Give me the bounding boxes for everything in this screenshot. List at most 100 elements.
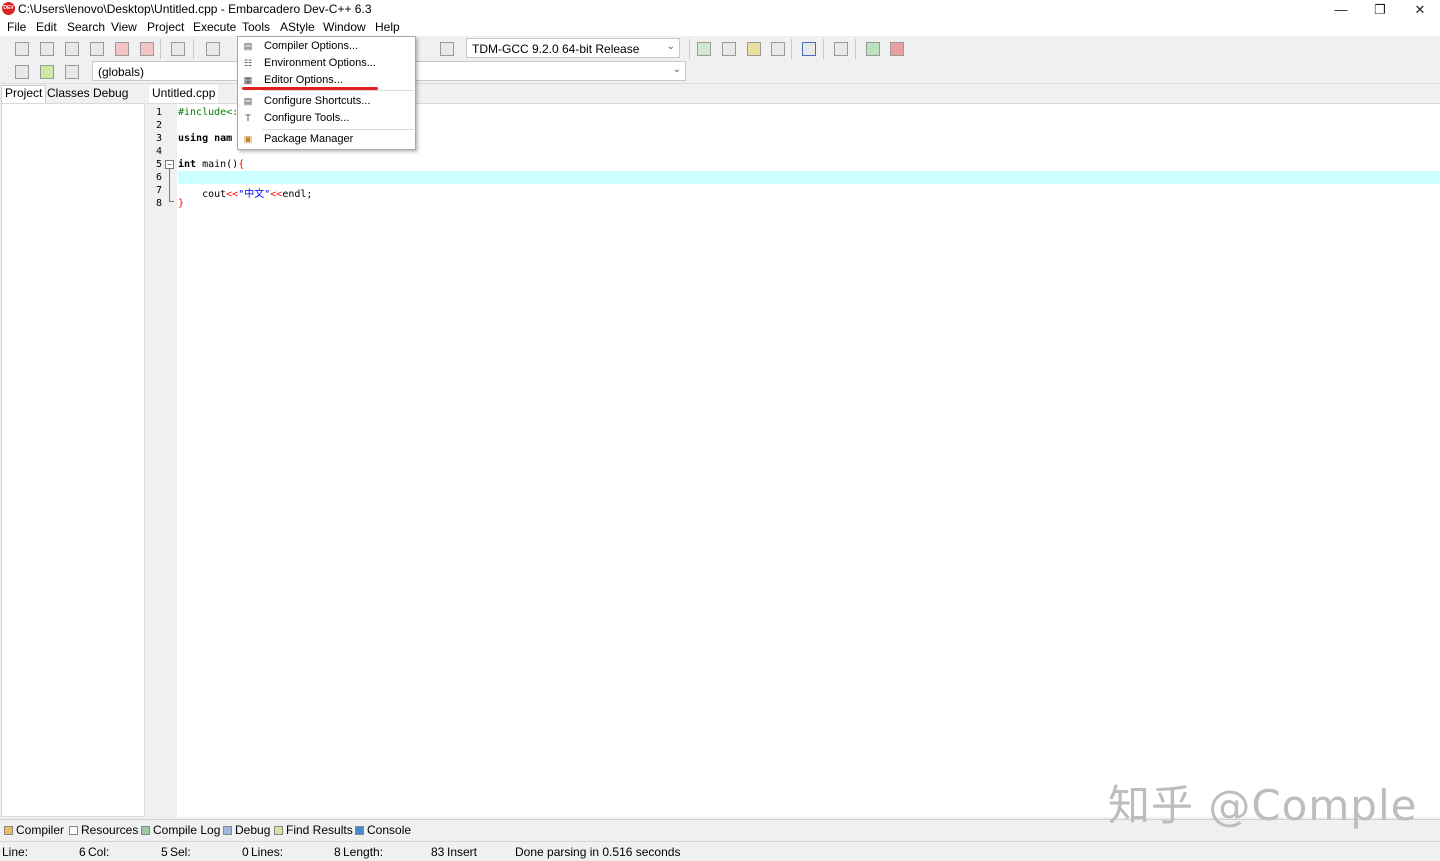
menu-item-label: Editor Options... <box>264 74 343 86</box>
line-number: 2 <box>156 120 163 131</box>
status-message: Done parsing in 0.516 seconds <box>515 845 681 859</box>
chart-icon[interactable] <box>866 42 880 56</box>
app-icon: DEV <box>2 2 15 15</box>
table-icon[interactable] <box>747 42 761 56</box>
tab-console[interactable]: Console <box>355 823 411 837</box>
operator: << <box>270 189 283 200</box>
menu-help[interactable]: Help <box>375 20 400 34</box>
tab-find-results[interactable]: Find Results <box>274 823 353 837</box>
list-icon[interactable] <box>722 42 736 56</box>
menu-astyle[interactable]: AStyle <box>280 20 315 34</box>
tab-compile-log[interactable]: Compile Log <box>141 823 220 837</box>
tab-label: Compiler <box>16 823 65 837</box>
compiler-select[interactable]: TDM-GCC 9.2.0 64-bit Release ⌄ <box>466 38 680 58</box>
tab-label: Debug <box>235 823 271 837</box>
tiles-icon[interactable] <box>771 42 785 56</box>
menu-execute[interactable]: Execute <box>193 20 236 34</box>
fold-collapse-icon[interactable]: − <box>165 160 174 169</box>
open-file-icon[interactable] <box>40 42 54 56</box>
toolbar-separator <box>823 39 824 59</box>
code-line-7: cout<<"中文"<<endl; <box>178 185 312 200</box>
indent-icon[interactable] <box>15 65 29 79</box>
debug-bug-icon[interactable] <box>890 42 904 56</box>
status-mode: Insert <box>447 845 478 859</box>
code-line-3: using nam <box>178 133 233 144</box>
status-col-value: 5 <box>161 845 168 859</box>
project-tree-panel[interactable] <box>1 103 145 817</box>
operator: << <box>226 189 239 200</box>
compiler-select-value: TDM-GCC 9.2.0 64-bit Release <box>472 42 640 56</box>
menu-separator <box>262 90 414 91</box>
stop-icon[interactable] <box>834 42 848 56</box>
left-panel-tabs: Project Classes Debug <box>0 84 145 103</box>
new-file-icon[interactable] <box>15 42 29 56</box>
watermark: 知乎 @Comple <box>1108 781 1418 830</box>
editor-file-tab[interactable]: Untitled.cpp <box>149 85 219 103</box>
menu-item-package-manager[interactable]: ▣ Package Manager <box>238 131 415 148</box>
string-literal: "中文" <box>238 189 271 200</box>
tools-menu-dropdown: ▤ Compiler Options... ☷ Environment Opti… <box>237 36 416 150</box>
status-sel-value: 0 <box>242 845 249 859</box>
title-bar: DEV C:\Users\lenovo\Desktop\Untitled.cpp… <box>0 0 1440 19</box>
chevron-down-icon: ⌄ <box>672 64 681 75</box>
menu-item-label: Configure Shortcuts... <box>264 95 371 107</box>
menu-item-configure-shortcuts[interactable]: ▤ Configure Shortcuts... <box>238 93 415 110</box>
menu-project[interactable]: Project <box>147 20 184 34</box>
menu-view[interactable]: View <box>111 20 137 34</box>
status-col-label: Col: <box>88 845 110 859</box>
menu-edit[interactable]: Edit <box>36 20 57 34</box>
tab-classes[interactable]: Classes <box>47 86 90 100</box>
line-number: 8 <box>156 198 163 209</box>
goto-icon[interactable] <box>40 65 54 79</box>
tab-label: Console <box>367 823 412 837</box>
code-line-8: } <box>178 198 185 209</box>
menu-item-label: Package Manager <box>264 133 354 145</box>
code-editor[interactable]: 1 2 3 4 5 6 7 8 − #include<: using nam i… <box>147 103 1440 818</box>
close-file-icon[interactable] <box>115 42 129 56</box>
tab-debug[interactable]: Debug <box>93 86 128 100</box>
close-all-icon[interactable] <box>140 42 154 56</box>
window-title: C:\Users\lenovo\Desktop\Untitled.cpp - E… <box>18 2 372 16</box>
grid-icon[interactable] <box>697 42 711 56</box>
save-icon[interactable] <box>65 42 79 56</box>
tab-label: Find Results <box>286 823 353 837</box>
tab-project[interactable]: Project <box>1 85 47 103</box>
status-bar: Line: 6 Col: 5 Sel: 0 Lines: 8 Length: 8… <box>0 841 1440 861</box>
menu-item-environment-options[interactable]: ☷ Environment Options... <box>238 55 415 72</box>
bookmark-icon[interactable] <box>65 65 79 79</box>
code-line-5: int main(){ <box>178 159 244 170</box>
menu-tools[interactable]: Tools <box>242 20 270 34</box>
shield-icon[interactable] <box>440 42 454 56</box>
status-sel-label: Sel: <box>170 845 191 859</box>
tab-debug-output[interactable]: Debug <box>223 823 270 837</box>
undo-icon[interactable] <box>206 42 220 56</box>
minimize-button[interactable]: — <box>1321 0 1361 19</box>
shortcuts-icon: ▤ <box>243 96 253 106</box>
find-results-icon <box>274 826 283 835</box>
tab-resources[interactable]: Resources <box>69 823 138 837</box>
menu-window[interactable]: Window <box>323 20 366 34</box>
save-all-icon[interactable] <box>90 42 104 56</box>
close-button[interactable]: ✕ <box>1400 0 1440 19</box>
console-icon <box>355 826 364 835</box>
menu-file[interactable]: File <box>7 20 26 34</box>
toolbar-separator <box>193 39 194 59</box>
line-number: 7 <box>156 185 163 196</box>
check-icon[interactable] <box>802 42 816 56</box>
print-icon[interactable] <box>171 42 185 56</box>
package-icon: ▣ <box>243 134 253 144</box>
line-number-gutter: 1 2 3 4 5 6 7 8 − <box>147 104 177 818</box>
menu-item-label: Compiler Options... <box>264 40 359 52</box>
line-number: 5 <box>156 159 163 170</box>
menu-item-label: Configure Tools... <box>264 112 350 124</box>
menu-item-compiler-options[interactable]: ▤ Compiler Options... <box>238 38 415 55</box>
menu-item-configure-tools[interactable]: T Configure Tools... <box>238 110 415 127</box>
line-number: 4 <box>156 146 163 157</box>
toolbar-separator <box>855 39 856 59</box>
toolbar-separator <box>160 39 161 59</box>
menu-search[interactable]: Search <box>67 20 105 34</box>
tab-compiler[interactable]: Compiler <box>4 823 64 837</box>
tools-icon: T <box>245 113 251 123</box>
restore-button[interactable]: ❐ <box>1360 0 1400 19</box>
fold-guide <box>169 169 170 201</box>
